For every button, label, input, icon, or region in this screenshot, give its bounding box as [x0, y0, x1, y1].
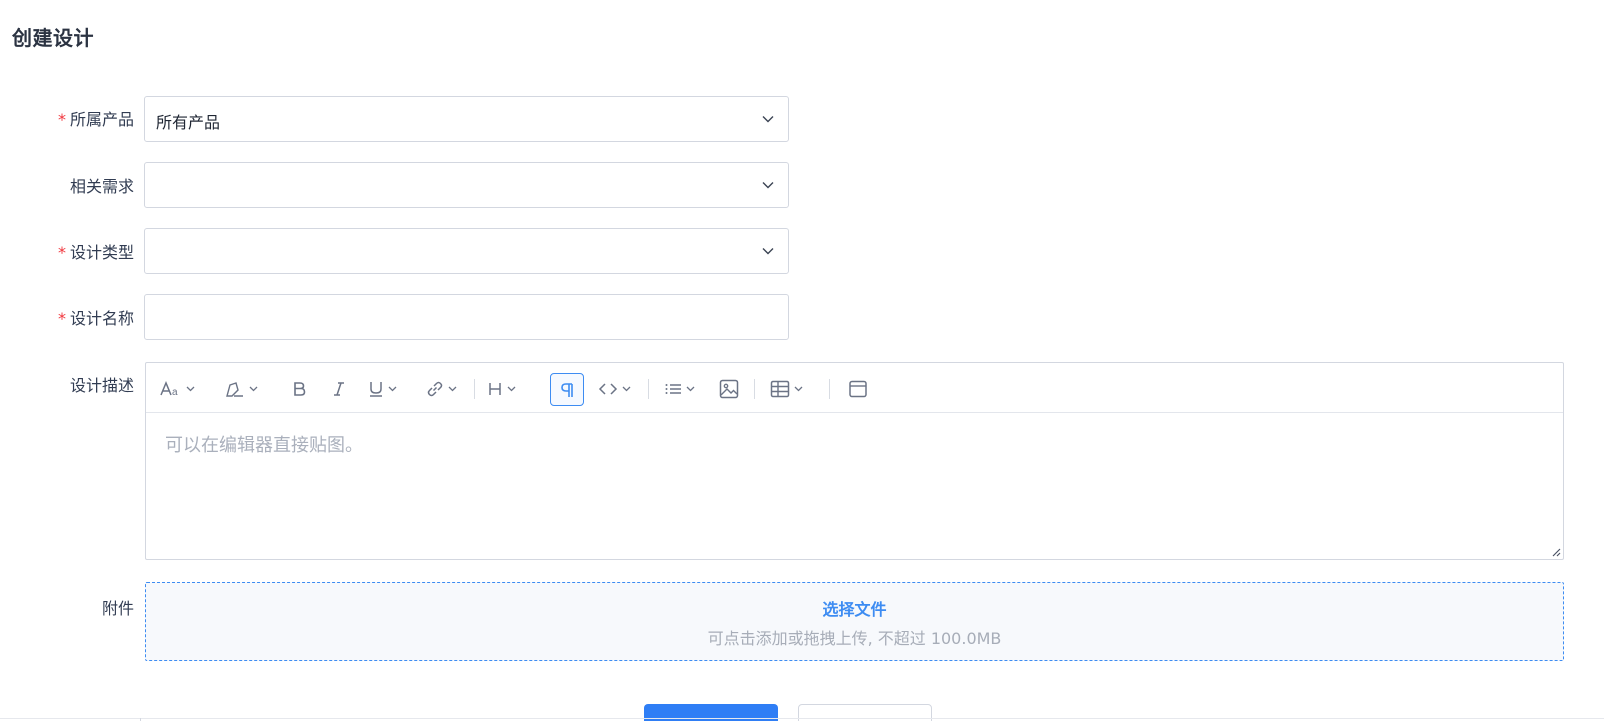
required-mark: *	[57, 309, 66, 328]
link-icon[interactable]	[426, 374, 457, 404]
product-label-text: 所属产品	[69, 110, 134, 129]
heading-icon[interactable]	[487, 374, 516, 404]
files-label: 附件	[102, 595, 134, 619]
resize-grip-icon[interactable]	[1551, 547, 1561, 557]
chevron-down-icon	[186, 386, 195, 392]
chevron-down-icon	[762, 248, 774, 255]
desc-label: 设计描述	[70, 372, 134, 396]
story-label: 相关需求	[70, 173, 134, 197]
footer-divider	[0, 718, 1604, 719]
type-label: * 设计类型	[58, 239, 134, 263]
files-label-text: 附件	[101, 599, 134, 618]
chevron-down-icon	[762, 182, 774, 189]
file-upload-dropzone[interactable]: 选择文件 可点击添加或拖拽上传, 不超过 100.0MB	[145, 582, 1564, 661]
required-mark: *	[57, 243, 66, 262]
editor-placeholder: 可以在编辑器直接贴图。	[165, 435, 363, 456]
editor-toolbar: a	[146, 363, 1563, 413]
product-select[interactable]: 所有产品	[144, 96, 789, 142]
code-icon[interactable]	[598, 374, 631, 404]
fullscreen-icon[interactable]	[848, 374, 868, 404]
desc-label-text: 设计描述	[69, 376, 134, 395]
toolbar-separator	[474, 379, 475, 399]
list-icon[interactable]	[664, 374, 695, 404]
svg-text:a: a	[172, 387, 178, 398]
table-icon[interactable]	[770, 374, 803, 404]
italic-icon[interactable]	[331, 374, 347, 404]
product-select-value: 所有产品	[156, 113, 221, 132]
page-title: 创建设计	[12, 26, 94, 50]
choose-file-button[interactable]: 选择文件	[146, 596, 1563, 620]
paragraph-icon[interactable]	[550, 373, 584, 406]
name-label-text: 设计名称	[69, 309, 134, 328]
chevron-down-icon	[762, 116, 774, 123]
toolbar-separator	[829, 379, 830, 399]
name-input[interactable]	[144, 294, 789, 340]
bold-icon[interactable]	[291, 374, 307, 404]
chevron-down-icon	[507, 386, 516, 392]
font-size-icon[interactable]: a	[160, 374, 195, 404]
chevron-down-icon	[448, 386, 457, 392]
chevron-down-icon	[249, 386, 258, 392]
upload-hint: 可点击添加或拖拽上传, 不超过 100.0MB	[707, 629, 1002, 648]
desc-editor[interactable]: a 可以在编辑器直接贴图。	[145, 362, 1564, 560]
required-mark: *	[57, 110, 66, 129]
chevron-down-icon	[686, 386, 695, 392]
chevron-down-icon	[388, 386, 397, 392]
chevron-down-icon	[794, 386, 803, 392]
underline-icon[interactable]	[368, 374, 397, 404]
product-label: * 所属产品	[58, 106, 134, 130]
story-select[interactable]	[144, 162, 789, 208]
name-label: * 设计名称	[58, 305, 134, 329]
toolbar-separator	[754, 379, 755, 399]
story-label-text: 相关需求	[69, 177, 134, 196]
chevron-down-icon	[622, 386, 631, 392]
image-icon[interactable]	[719, 374, 739, 404]
type-label-text: 设计类型	[69, 243, 134, 262]
toolbar-separator	[648, 379, 649, 399]
type-select[interactable]	[144, 228, 789, 274]
highlight-icon[interactable]	[225, 374, 258, 404]
